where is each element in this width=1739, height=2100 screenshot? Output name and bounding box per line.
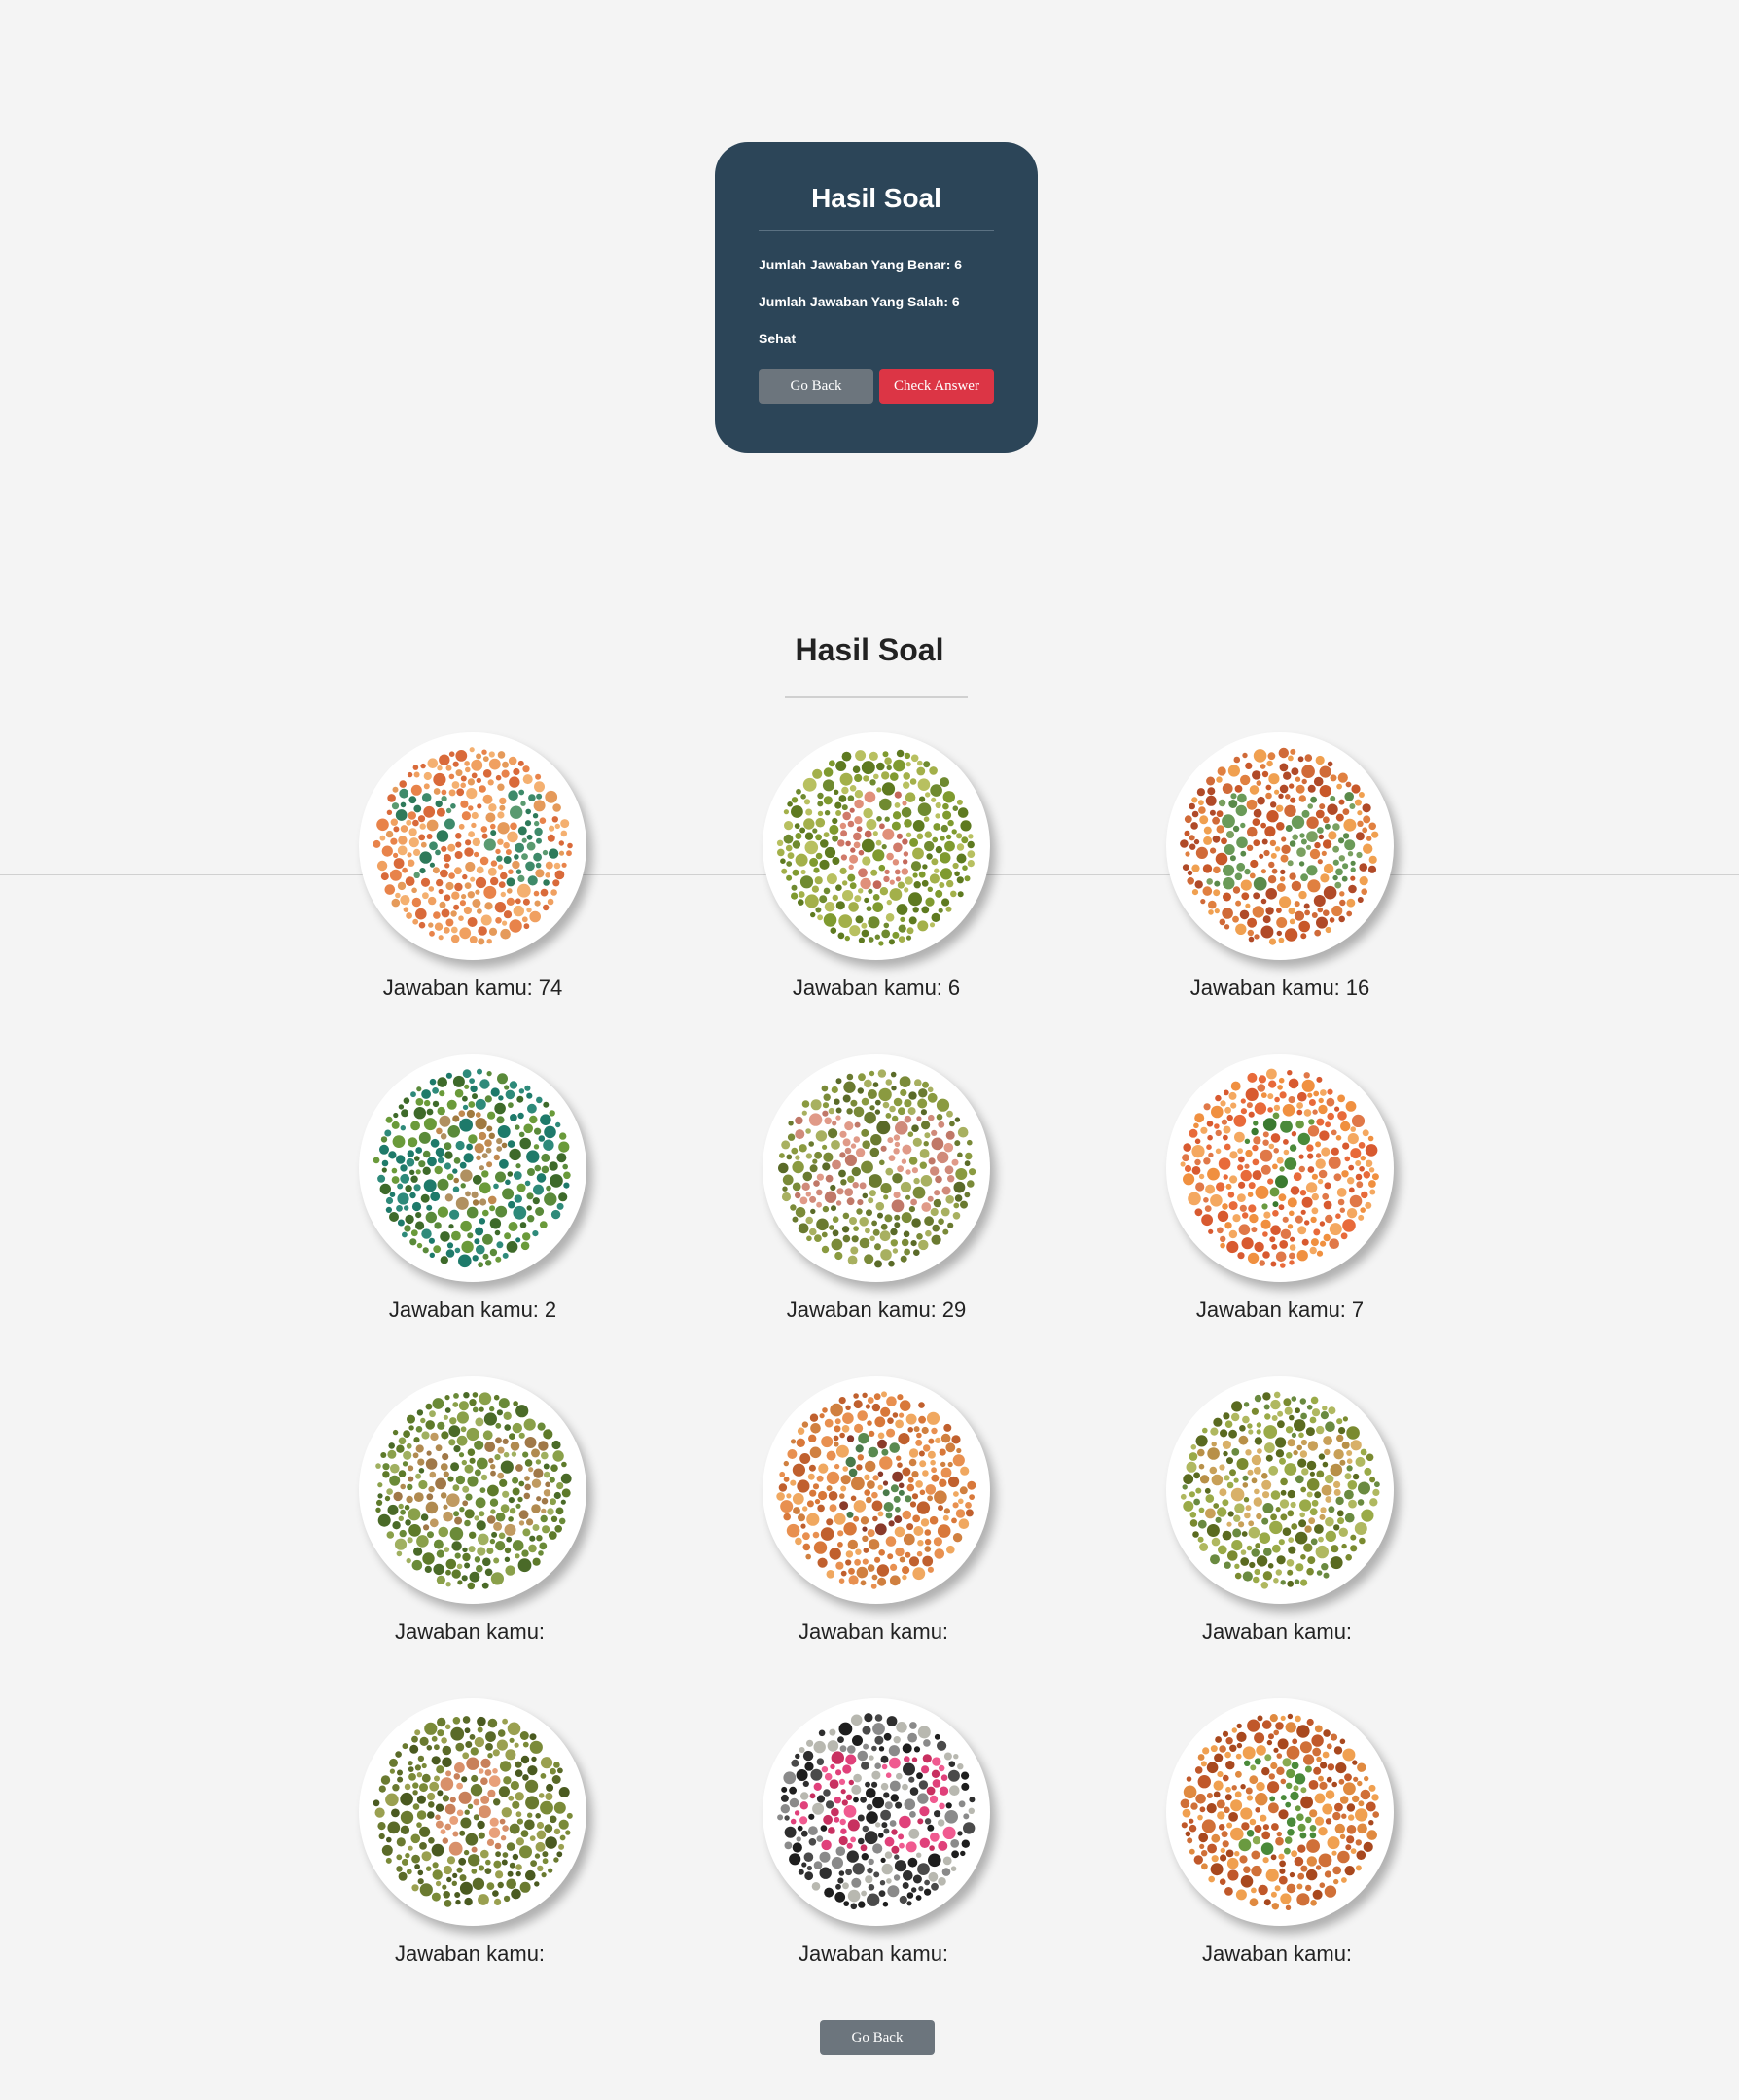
result-summary-card: Hasil Soal Jumlah Jawaban Yang Benar: 6 … <box>715 142 1038 453</box>
ishihara-plate-image <box>1166 1698 1394 1926</box>
answer-label: Jawaban kamu: <box>798 1619 949 1644</box>
plate-dots <box>1180 1068 1379 1268</box>
plate-dots <box>776 1391 976 1589</box>
summary-stats: Jumlah Jawaban Yang Benar: 6 Jumlah Jawa… <box>759 246 994 357</box>
ishihara-plate-image <box>359 1054 586 1282</box>
answer-text: Jawaban kamu: <box>327 1941 619 1967</box>
result-status: Sehat <box>759 331 797 346</box>
answer-value: 29 <box>941 1298 967 1322</box>
answer-label: Jawaban kamu: <box>394 1941 546 1966</box>
answer-text: Jawaban kamu: <box>730 1619 1022 1645</box>
check-answer-button[interactable]: Check Answer <box>879 369 994 404</box>
answer-label: Jawaban kamu: <box>792 976 942 1000</box>
result-item: Jawaban kamu: 16 <box>1134 732 1426 1001</box>
bottom-go-back-button[interactable]: Go Back <box>820 2020 935 2055</box>
ishihara-plate-image <box>763 1376 990 1604</box>
answer-text: Jawaban kamu: <box>730 1941 1022 1967</box>
plate-dots <box>373 747 573 945</box>
answer-value: 6 <box>947 976 961 1000</box>
plate-dots <box>1180 1713 1379 1910</box>
result-item: Jawaban kamu: 74 <box>327 732 619 1001</box>
answer-label: Jawaban kamu: <box>798 1941 949 1966</box>
answer-label: Jawaban kamu: <box>388 1298 539 1322</box>
result-item: Jawaban kamu: <box>1134 1698 1426 1967</box>
answer-value: 74 <box>538 976 563 1000</box>
answer-text: Jawaban kamu: 16 <box>1134 976 1426 1001</box>
summary-actions: Go Back Check Answer <box>759 369 994 404</box>
go-back-button[interactable]: Go Back <box>759 369 873 404</box>
answer-text: Jawaban kamu: 29 <box>730 1298 1022 1323</box>
result-item: Jawaban kamu: <box>730 1698 1022 1967</box>
result-item: Jawaban kamu: 7 <box>1134 1054 1426 1323</box>
plate-dots <box>776 749 976 946</box>
ishihara-plate-image <box>359 732 586 960</box>
answer-text: Jawaban kamu: 2 <box>327 1298 619 1323</box>
plate-dots <box>373 1068 571 1268</box>
answer-value: 16 <box>1345 976 1370 1000</box>
answer-text: Jawaban kamu: 74 <box>327 976 619 1001</box>
plate-dots <box>373 1716 573 1907</box>
answer-label: Jawaban kamu: <box>1195 1298 1346 1322</box>
ishihara-plate-image <box>359 1698 586 1926</box>
results-title: Hasil Soal <box>795 632 944 667</box>
ishihara-plate-image <box>763 1054 990 1282</box>
answer-text: Jawaban kamu: 6 <box>730 976 1022 1001</box>
answer-value: 7 <box>1351 1298 1365 1322</box>
answer-label: Jawaban kamu: <box>382 976 533 1000</box>
plate-dots <box>1180 1391 1380 1589</box>
ishihara-plate-image <box>763 732 990 960</box>
ishihara-plate-image <box>1166 1376 1394 1604</box>
wrong-count: Jumlah Jawaban Yang Salah: 6 <box>759 294 960 309</box>
answer-label: Jawaban kamu: <box>1201 1619 1353 1644</box>
answer-label: Jawaban kamu: <box>394 1619 546 1644</box>
plate-dots <box>778 1069 976 1268</box>
plate-dots <box>375 1392 572 1590</box>
answer-label: Jawaban kamu: <box>786 1298 937 1322</box>
plate-dots <box>1180 747 1379 945</box>
result-item: Jawaban kamu: <box>730 1376 1022 1645</box>
ishihara-plate-image <box>763 1698 990 1926</box>
correct-count: Jumlah Jawaban Yang Benar: 6 <box>759 257 963 272</box>
result-item: Jawaban kamu: <box>1134 1376 1426 1645</box>
ishihara-plate-image <box>359 1376 586 1604</box>
answer-value: 2 <box>544 1298 557 1322</box>
result-item: Jawaban kamu: 6 <box>730 732 1022 1001</box>
plate-dots <box>777 1713 976 1910</box>
results-title-underline <box>785 696 968 698</box>
ishihara-plate-image <box>1166 1054 1394 1282</box>
answer-text: Jawaban kamu: <box>1134 1941 1426 1967</box>
answer-text: Jawaban kamu: <box>327 1619 619 1645</box>
result-item: Jawaban kamu: <box>327 1376 619 1645</box>
answer-text: Jawaban kamu: 7 <box>1134 1298 1426 1323</box>
answer-label: Jawaban kamu: <box>1189 976 1340 1000</box>
ishihara-plate-image <box>1166 732 1394 960</box>
answer-text: Jawaban kamu: <box>1134 1619 1426 1645</box>
result-item: Jawaban kamu: 2 <box>327 1054 619 1323</box>
summary-title: Hasil Soal <box>759 183 994 231</box>
answer-label: Jawaban kamu: <box>1201 1941 1353 1966</box>
result-item: Jawaban kamu: 29 <box>730 1054 1022 1323</box>
result-item: Jawaban kamu: <box>327 1698 619 1967</box>
